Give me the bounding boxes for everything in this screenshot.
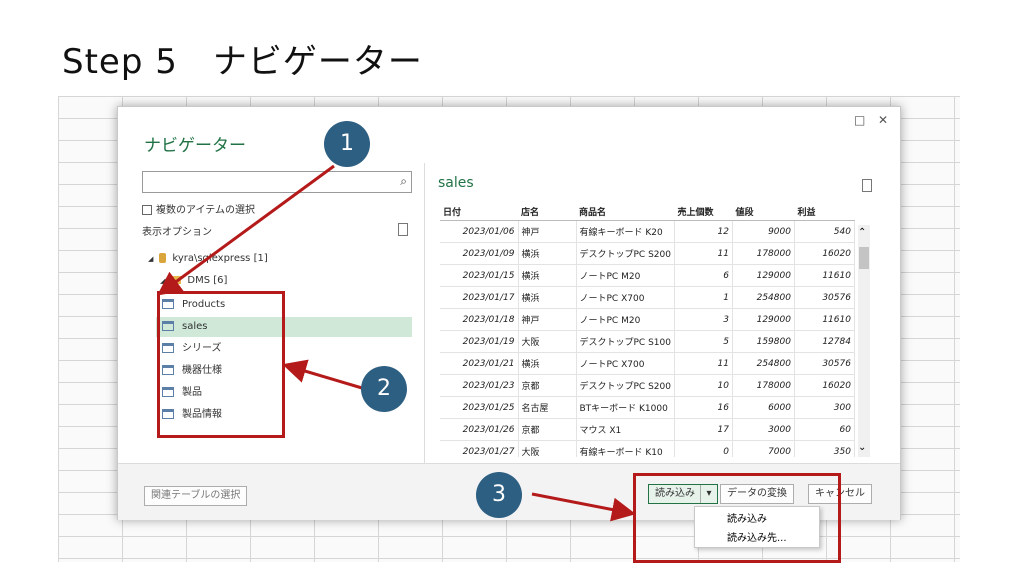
callout-badge-2: 2 bbox=[361, 366, 407, 412]
callout-arrow-1 bbox=[157, 164, 335, 296]
callout-badge-1: 1 bbox=[324, 121, 370, 167]
callout-arrow-3 bbox=[531, 492, 636, 522]
callout-badge-3: 3 bbox=[476, 472, 522, 518]
callout-arrow-2 bbox=[282, 359, 363, 390]
